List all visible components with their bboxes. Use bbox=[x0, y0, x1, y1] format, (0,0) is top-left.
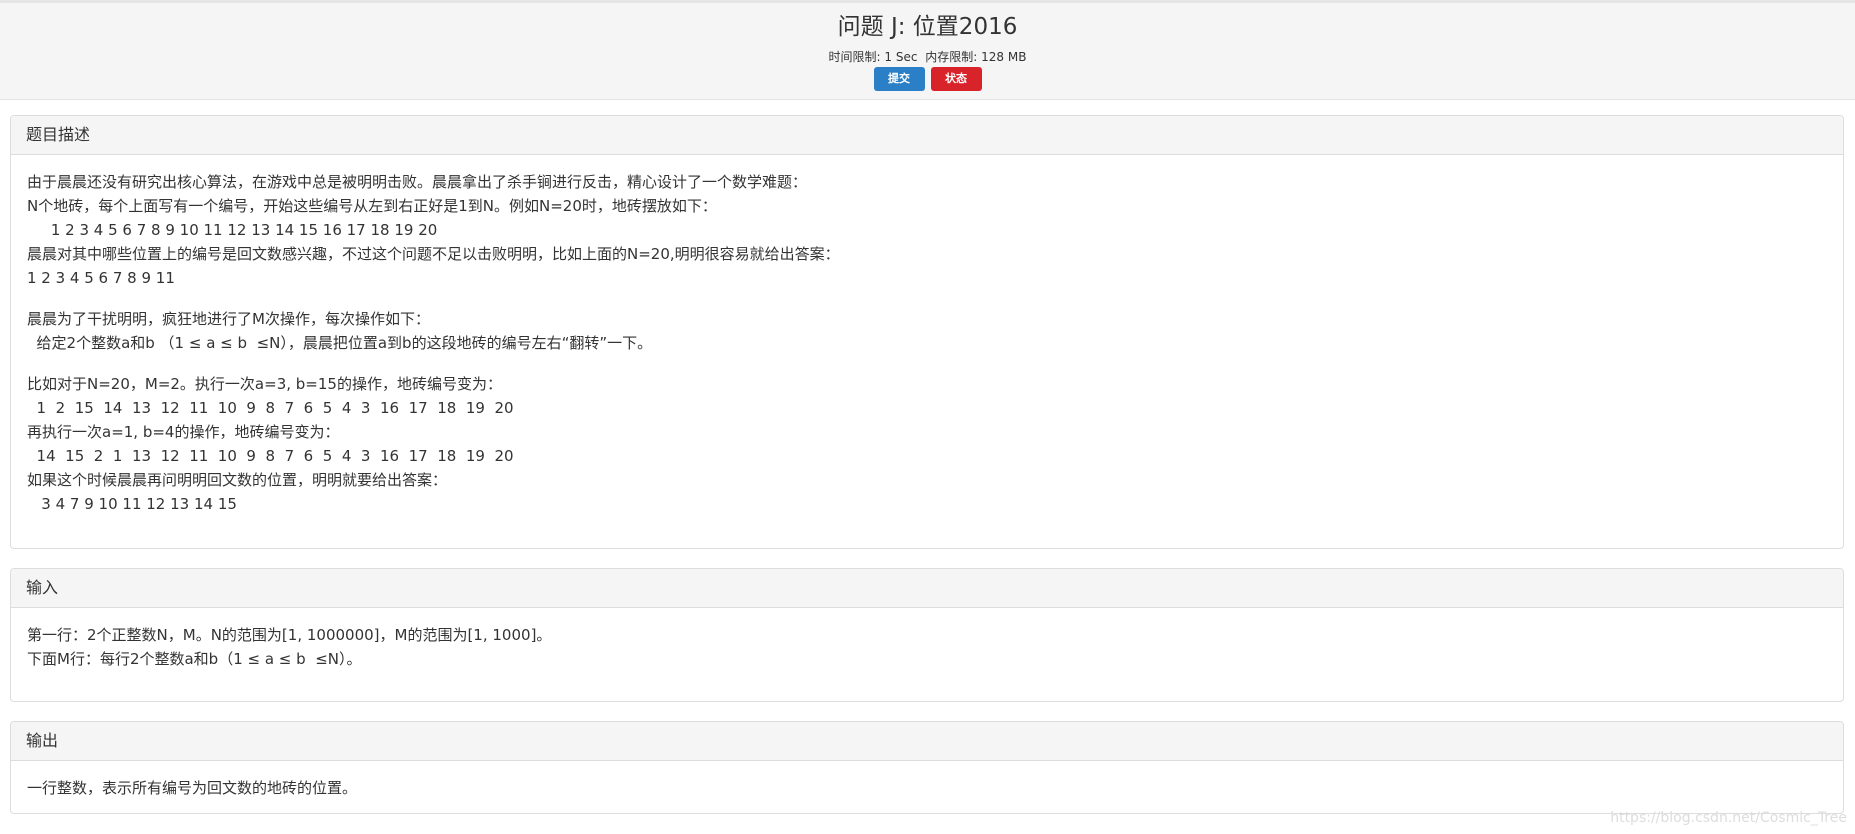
page-title: 问题 J: 位置2016 bbox=[837, 14, 1018, 40]
output-panel: 输出 一行整数，表示所有编号为回文数的地砖的位置。 bbox=[10, 721, 1844, 814]
memory-limit: 内存限制: 128 MB bbox=[925, 50, 1027, 64]
problem-header: 问题 J: 位置2016 时间限制: 1 Sec 内存限制: 128 MB 提交… bbox=[0, 3, 1855, 100]
time-limit: 时间限制: 1 Sec bbox=[828, 50, 918, 64]
watermark: https://blog.csdn.net/Cosmic_Tree bbox=[1610, 810, 1847, 826]
description-line: 比如对于N=20，M=2。执行一次a=3, b=15的操作，地砖编号变为： bbox=[27, 375, 502, 393]
description-line: 14 15 2 1 13 12 11 10 9 8 7 6 5 4 3 16 1… bbox=[27, 447, 514, 465]
action-buttons: 提交 状态 bbox=[0, 67, 1855, 91]
input-body: 第一行：2个正整数N，M。N的范围为[1, 1000000]，M的范围为[1, … bbox=[11, 608, 1843, 671]
output-heading: 输出 bbox=[11, 722, 1843, 761]
description-body: 由于晨晨还没有研究出核心算法，在游戏中总是被明明击败。晨晨拿出了杀手锏进行反击，… bbox=[11, 155, 1843, 516]
input-line: 第一行：2个正整数N，M。N的范围为[1, 1000000]，M的范围为[1, … bbox=[27, 626, 552, 644]
description-line: 再执行一次a=1, b=4的操作，地砖编号变为： bbox=[27, 423, 340, 441]
description-line: 1 2 3 4 5 6 7 8 9 11 bbox=[27, 269, 175, 287]
description-line: 晨晨对其中哪些位置上的编号是回文数感兴趣，不过这个问题不足以击败明明，比如上面的… bbox=[27, 245, 840, 263]
submit-button[interactable]: 提交 bbox=[873, 67, 925, 91]
description-line: 如果这个时候晨晨再问明明回文数的位置，明明就要给出答案： bbox=[27, 471, 448, 489]
limits-row: 时间限制: 1 Sec 内存限制: 128 MB bbox=[0, 49, 1855, 65]
input-panel: 输入 第一行：2个正整数N，M。N的范围为[1, 1000000]，M的范围为[… bbox=[10, 568, 1844, 702]
output-body: 一行整数，表示所有编号为回文数的地砖的位置。 bbox=[11, 761, 1843, 800]
description-line: 1 2 15 14 13 12 11 10 9 8 7 6 5 4 3 16 1… bbox=[27, 399, 514, 417]
output-line: 一行整数，表示所有编号为回文数的地砖的位置。 bbox=[27, 779, 358, 797]
description-line: 晨晨为了干扰明明，疯狂地进行了M次操作，每次操作如下： bbox=[27, 310, 430, 328]
input-heading: 输入 bbox=[11, 569, 1843, 608]
description-line: 3 4 7 9 10 11 12 13 14 15 bbox=[27, 495, 237, 513]
description-line: N个地砖，每个上面写有一个编号，开始这些编号从左到右正好是1到N。例如N=20时… bbox=[27, 197, 717, 215]
description-panel: 题目描述 由于晨晨还没有研究出核心算法，在游戏中总是被明明击败。晨晨拿出了杀手锏… bbox=[10, 115, 1844, 549]
description-line: 给定2个整数a和b （1 ≤ a ≤ b ≤N），晨晨把位置a到b的这段地砖的编… bbox=[27, 334, 653, 352]
description-heading: 题目描述 bbox=[11, 116, 1843, 155]
description-line: 1 2 3 4 5 6 7 8 9 10 11 12 13 14 15 16 1… bbox=[27, 221, 438, 239]
input-line: 下面M行：每行2个整数a和b（1 ≤ a ≤ b ≤N）。 bbox=[27, 650, 362, 668]
description-line: 由于晨晨还没有研究出核心算法，在游戏中总是被明明击败。晨晨拿出了杀手锏进行反击，… bbox=[27, 173, 808, 191]
status-button[interactable]: 状态 bbox=[930, 67, 982, 91]
